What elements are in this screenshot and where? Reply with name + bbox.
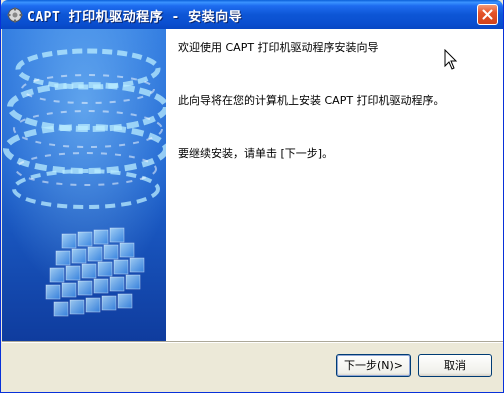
title-bar[interactable]: CAPT 打印机驱动程序 - 安装向导 [1,0,503,29]
footer-divider [2,341,503,343]
welcome-heading: 欢迎使用 CAPT 打印机驱动程序安装向导 [178,41,379,54]
close-icon [482,9,493,20]
app-icon [7,7,23,23]
cancel-button[interactable]: 取消 [418,354,492,377]
wizard-sidebar-image [2,29,166,341]
next-button[interactable]: 下一步(N)> [336,354,411,377]
window-title: CAPT 打印机驱动程序 - 安装向导 [27,10,243,25]
setup-wizard-window: CAPT 打印机驱动程序 - 安装向导 欢迎使用 CAPT 打印机驱动程序安装向… [0,0,504,393]
wizard-banner-graphic [2,29,166,341]
mouse-pointer-icon [444,49,458,70]
close-button[interactable] [477,4,498,25]
wizard-content-panel: 欢迎使用 CAPT 打印机驱动程序安装向导 此向导将在您的计算机上安装 CAPT… [166,29,503,341]
instruction-text: 要继续安装，请单击 [下一步]。 [178,147,334,160]
description-text: 此向导将在您的计算机上安装 CAPT 打印机驱动程序。 [178,94,445,107]
